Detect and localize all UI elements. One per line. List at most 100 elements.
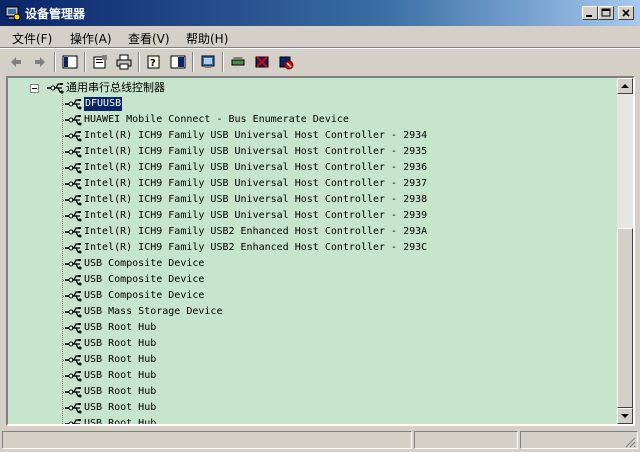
print-icon[interactable] [114,52,134,72]
device-label: USB Composite Device [84,258,205,269]
device-label: HUAWEI Mobile Connect - Bus Enumerate De… [84,114,349,125]
device-list-item[interactable]: DFUUSB [64,96,484,112]
device-list-item[interactable]: Intel(R) ICH9 Family USB Universal Host … [64,144,484,160]
vertical-scrollbar[interactable] [617,78,633,424]
device-tree-content: 通用串行总线控制器 DFUUSB HUAWEI Mobile Connect - … [8,78,617,424]
close-button[interactable] [618,6,634,20]
status-panel-main [2,431,412,449]
device-label: Intel(R) ICH9 Family USB2 Enhanced Host … [84,242,428,253]
toolbar-separator [192,52,194,72]
device-list-item[interactable]: Intel(R) ICH9 Family USB2 Enhanced Host … [64,240,484,256]
tree-category-usb[interactable]: 通用串行总线控制器 [28,80,328,96]
device-tree[interactable]: 通用串行总线控制器 DFUUSB HUAWEI Mobile Connect - … [6,76,635,426]
device-list-item[interactable]: USB Root Hub [64,400,484,416]
toolbar-separator [54,52,56,72]
scan-hardware-icon[interactable] [198,52,218,72]
device-list-item[interactable]: USB Root Hub [64,336,484,352]
usb-connector-icon [64,224,82,240]
device-list-item[interactable]: USB Root Hub [64,384,484,400]
collapse-toggle[interactable] [30,84,39,93]
device-list-item[interactable]: USB Mass Storage Device [64,304,484,320]
console-view-icon[interactable] [168,52,188,72]
usb-connector-icon [64,336,82,352]
properties-icon[interactable] [90,52,110,72]
device-label: USB Root Hub [84,338,157,349]
svg-text:?: ? [150,58,156,69]
scroll-thumb[interactable] [617,228,633,408]
device-list-item[interactable]: USB Composite Device [64,288,484,304]
maximize-button[interactable] [598,6,614,20]
device-list-item[interactable]: Intel(R) ICH9 Family USB Universal Host … [64,128,484,144]
usb-connector-icon [64,240,82,256]
status-panel-middle [414,431,518,449]
scroll-up-button[interactable] [617,78,633,94]
usb-connector-icon [64,208,82,224]
device-label: USB Root Hub [84,418,157,424]
usb-connector-icon [64,368,82,384]
menu-bar: 文件(F) 操作(A) 查看(V) 帮助(H) [0,26,640,48]
device-list-item[interactable]: USB Root Hub [64,352,484,368]
tree-guide-line [62,92,63,424]
usb-connector-icon [64,384,82,400]
usb-connector-icon [64,160,82,176]
menu-help[interactable]: 帮助(H) [186,30,228,47]
device-list-item[interactable]: HUAWEI Mobile Connect - Bus Enumerate De… [64,112,484,128]
device-label: Intel(R) ICH9 Family USB Universal Host … [84,130,428,141]
title-bar[interactable]: 设备管理器 [0,0,640,26]
device-list-item[interactable]: Intel(R) ICH9 Family USB Universal Host … [64,192,484,208]
device-label: Intel(R) ICH9 Family USB Universal Host … [84,162,428,173]
device-manager-icon [5,5,21,21]
device-label: USB Mass Storage Device [84,306,223,317]
device-list-item[interactable]: USB Root Hub [64,368,484,384]
status-panel-right [520,431,638,449]
usb-connector-icon [64,128,82,144]
menu-view[interactable]: 查看(V) [128,30,170,47]
device-label: Intel(R) ICH9 Family USB Universal Host … [84,146,428,157]
scroll-down-button[interactable] [617,408,633,424]
menu-action[interactable]: 操作(A) [70,30,112,47]
resize-grip-icon[interactable] [624,436,636,448]
update-driver-icon[interactable] [228,52,248,72]
uninstall-icon[interactable] [252,52,272,72]
usb-connector-icon [64,176,82,192]
minimize-button[interactable] [582,6,598,20]
toolbar-separator [84,52,86,72]
device-list-item[interactable]: USB Composite Device [64,256,484,272]
device-label: USB Composite Device [84,274,205,285]
usb-connector-icon [46,80,64,96]
device-label: Intel(R) ICH9 Family USB Universal Host … [84,178,428,189]
help-icon[interactable]: ? [144,52,164,72]
status-bar [0,428,640,452]
device-list-item[interactable]: Intel(R) ICH9 Family USB Universal Host … [64,208,484,224]
usb-connector-icon [64,192,82,208]
device-list-item[interactable]: USB Composite Device [64,272,484,288]
toolbar: ? [0,48,640,74]
device-list-item[interactable]: Intel(R) ICH9 Family USB Universal Host … [64,176,484,192]
toolbar-separator [138,52,140,72]
device-list-item[interactable]: USB Root Hub [64,320,484,336]
disable-device-icon[interactable] [276,52,296,72]
device-label: USB Root Hub [84,370,157,381]
usb-connector-icon [64,304,82,320]
device-list-item[interactable]: Intel(R) ICH9 Family USB2 Enhanced Host … [64,224,484,240]
forward-arrow-icon[interactable] [30,52,50,72]
usb-connector-icon [64,416,82,424]
device-label: Intel(R) ICH9 Family USB Universal Host … [84,210,428,221]
menu-file[interactable]: 文件(F) [12,30,52,47]
toolbar-separator [222,52,224,72]
device-label: USB Root Hub [84,402,157,413]
category-label: 通用串行总线控制器 [66,81,165,94]
back-arrow-icon[interactable] [6,52,26,72]
device-list-item[interactable]: Intel(R) ICH9 Family USB Universal Host … [64,160,484,176]
device-label: USB Root Hub [84,386,157,397]
device-label: DFUUSB [84,97,123,111]
device-list-item[interactable]: USB Root Hub [64,416,484,424]
usb-connector-icon [64,320,82,336]
device-label: USB Composite Device [84,290,205,301]
usb-connector-icon [64,400,82,416]
window-title: 设备管理器 [25,7,86,21]
device-label: Intel(R) ICH9 Family USB2 Enhanced Host … [84,226,428,237]
usb-connector-icon [64,96,82,112]
show-hide-tree-icon[interactable] [60,52,80,72]
usb-connector-icon [64,112,82,128]
